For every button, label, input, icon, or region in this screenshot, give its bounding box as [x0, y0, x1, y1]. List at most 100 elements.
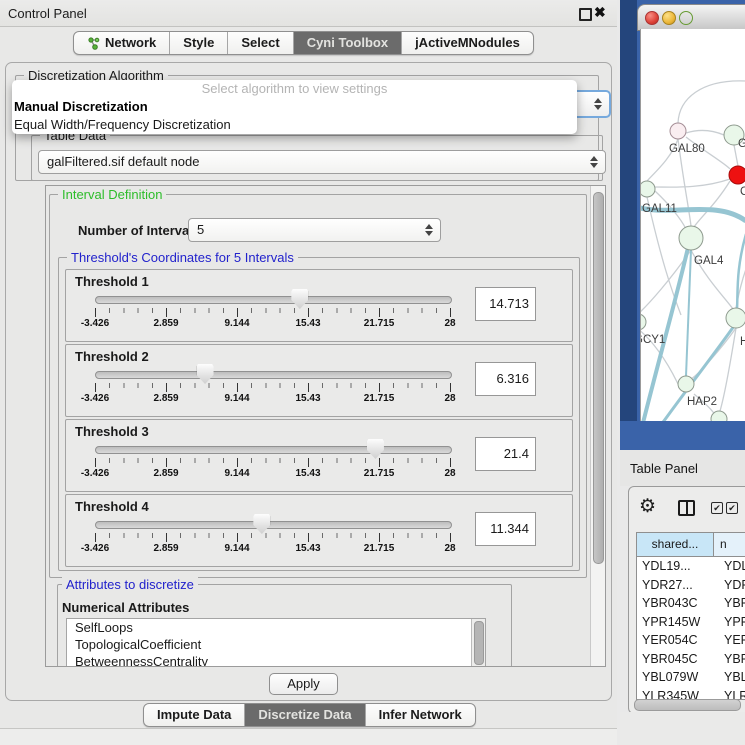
num-intervals-label: Number of Intervals: [78, 223, 200, 238]
tick-label: 28: [444, 468, 455, 479]
slider-thumb[interactable]: [367, 439, 384, 459]
checkbox-icon[interactable]: ✔: [711, 502, 723, 514]
tick-label: 15.43: [295, 318, 320, 329]
split-columns-icon[interactable]: [678, 500, 695, 516]
checkbox-icon[interactable]: ✔: [726, 502, 738, 514]
tab-discretize-data[interactable]: Discretize Data: [245, 704, 365, 726]
algorithm-dropdown-popup: Select algorithm to view settings Manual…: [12, 80, 577, 134]
list-item[interactable]: BetweennessCentrality: [67, 653, 485, 667]
bottom-tab-bar: Impute Data Discretize Data Infer Networ…: [143, 703, 476, 727]
slider-thumb[interactable]: [253, 514, 270, 534]
control-panel-titlebar: Control Panel ✖: [0, 0, 617, 27]
threshold-value-field[interactable]: 6.316: [475, 362, 536, 396]
numerical-attributes-label: Numerical Attributes: [62, 600, 189, 615]
column-header-name[interactable]: n: [714, 533, 745, 556]
tab-impute-data[interactable]: Impute Data: [144, 704, 245, 726]
table-row[interactable]: YER054CYER0: [637, 631, 745, 650]
node-gal11: [641, 181, 655, 197]
threshold-value-field[interactable]: 14.713: [475, 287, 536, 321]
threshold-4-panel: Threshold 4 -3.426 2.859 9.144 15.43 21.…: [65, 494, 573, 567]
node-label: HAP2: [687, 396, 717, 408]
network-canvas[interactable]: GAL80 G C GAL11 GAL4 GCY1 H HAP2: [640, 29, 745, 421]
node-table[interactable]: shared... n YDL19...YDL1 YDR27...YDR2 YB…: [636, 532, 745, 700]
table-panel-header: Table Panel: [620, 450, 745, 486]
window-zoom-button[interactable]: [679, 11, 693, 25]
attributes-group: Attributes to discretize Numerical Attri…: [57, 584, 512, 667]
horizontal-scrollbar[interactable]: [634, 699, 742, 710]
threshold-slider[interactable]: [95, 446, 452, 454]
dropdown-option-equal-width[interactable]: Equal Width/Frequency Discretization: [12, 116, 577, 134]
scrollbar-thumb[interactable]: [593, 192, 604, 564]
group-title: Attributes to discretize: [62, 577, 198, 592]
table-data-combobox[interactable]: galFiltered.sif default node: [38, 150, 606, 174]
tick-label: 28: [444, 393, 455, 404]
node-gcy1: [641, 314, 646, 330]
cyni-toolbox-panel: Discretization Algorithm Table Data galF…: [5, 62, 612, 701]
slider-thumb[interactable]: [291, 289, 308, 309]
slider-ticks: [95, 533, 451, 542]
tab-label: Discretize Data: [258, 704, 351, 726]
tick-label: 2.859: [153, 543, 178, 554]
dropdown-hint: Select algorithm to view settings: [12, 80, 577, 98]
node-label: G: [738, 138, 745, 150]
threshold-slider[interactable]: [95, 521, 452, 529]
thresholds-group: Threshold's Coordinates for 5 Intervals …: [58, 257, 580, 571]
combo-arrows-icon: [590, 156, 598, 168]
attributes-list[interactable]: SelfLoops TopologicalCoefficient Between…: [66, 618, 486, 667]
num-intervals-combobox[interactable]: 5: [188, 218, 441, 242]
table-row[interactable]: YBL079WYBL0: [637, 668, 745, 687]
node-label: C: [740, 186, 745, 198]
tick-label: 28: [444, 318, 455, 329]
threshold-slider[interactable]: [95, 371, 452, 379]
scrollbar-thumb[interactable]: [474, 621, 484, 665]
network-view-area: GAL80 G C GAL11 GAL4 GCY1 H HAP2: [620, 0, 745, 450]
threshold-slider[interactable]: [95, 296, 452, 304]
apply-button[interactable]: Apply: [269, 673, 338, 695]
tab-label: Cyni Toolbox: [307, 32, 388, 54]
table-row[interactable]: YDL19...YDL1: [637, 557, 745, 576]
slider-ticks: [95, 383, 451, 392]
table-row[interactable]: YLR345WYLR3: [637, 687, 745, 701]
table-row[interactable]: YBR043CYBR0: [637, 594, 745, 613]
table-row[interactable]: YDR27...YDR2: [637, 576, 745, 595]
tab-label: jActiveMNodules: [415, 32, 520, 54]
table-row[interactable]: YPR145WYPR1: [637, 613, 745, 632]
node-hap2: [678, 376, 694, 392]
column-header-shared-name[interactable]: shared...: [637, 533, 714, 556]
group-title: Threshold's Coordinates for 5 Intervals: [67, 250, 298, 265]
float-window-icon[interactable]: [579, 8, 592, 21]
tab-network[interactable]: Network: [74, 32, 170, 54]
network-window-titlebar[interactable]: [637, 4, 745, 31]
threshold-value-field[interactable]: 21.4: [475, 437, 536, 471]
list-item[interactable]: SelfLoops: [67, 619, 485, 636]
threshold-value-field[interactable]: 11.344: [475, 512, 536, 546]
window-minimize-button[interactable]: [662, 11, 676, 25]
control-panel: Control Panel ✖ Network Style Select Cyn…: [0, 0, 617, 745]
tab-label: Select: [241, 32, 279, 54]
close-icon[interactable]: ✖: [594, 4, 606, 21]
tab-cyni-toolbox[interactable]: Cyni Toolbox: [294, 32, 402, 54]
table-row[interactable]: YBR045CYBR0: [637, 650, 745, 669]
network-graph: GAL80 G C GAL11 GAL4 GCY1 H HAP2: [641, 29, 745, 421]
tick-label: 21.715: [364, 318, 395, 329]
gear-icon[interactable]: ⚙: [639, 497, 656, 516]
slider-thumb[interactable]: [197, 364, 214, 384]
node-gal4: [679, 226, 703, 250]
window-close-button[interactable]: [645, 11, 659, 25]
tab-style[interactable]: Style: [170, 32, 228, 54]
combo-arrows-icon: [425, 224, 433, 236]
tab-select[interactable]: Select: [228, 32, 293, 54]
list-scrollbar[interactable]: [471, 619, 485, 667]
tab-label: Style: [183, 32, 214, 54]
scrollbar-thumb[interactable]: [634, 699, 741, 711]
threshold-3-panel: Threshold 3 -3.426 2.859 9.144 15.43 21.…: [65, 419, 573, 492]
tab-infer-network[interactable]: Infer Network: [366, 704, 475, 726]
node-right: [726, 308, 745, 328]
list-item[interactable]: TopologicalCoefficient: [67, 636, 485, 653]
panel-title: Control Panel: [8, 6, 87, 21]
tick-label: 15.43: [295, 393, 320, 404]
tick-label: 2.859: [153, 468, 178, 479]
vertical-scrollbar[interactable]: [590, 186, 605, 666]
tab-jactivemnodules[interactable]: jActiveMNodules: [402, 32, 533, 54]
dropdown-option-manual[interactable]: Manual Discretization: [12, 98, 577, 116]
